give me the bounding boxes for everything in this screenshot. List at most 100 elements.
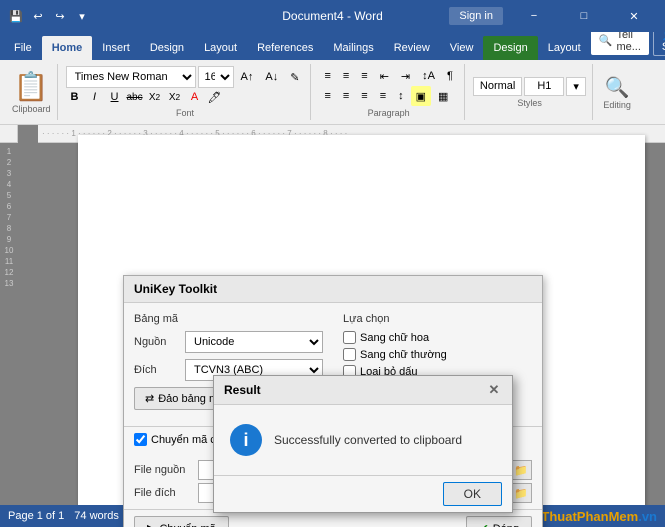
shading-button[interactable]: ▣ <box>411 86 431 106</box>
size-select[interactable]: 16 <box>198 66 234 88</box>
tab-insert[interactable]: Insert <box>92 36 140 60</box>
lua-chon-title: Lựa chọn <box>343 313 532 325</box>
decrease-indent-button[interactable]: ⇤ <box>375 66 394 86</box>
subscript-button[interactable]: X2 <box>146 88 164 106</box>
bold-button[interactable]: B <box>66 88 84 106</box>
tab-design[interactable]: Design <box>140 36 194 60</box>
checkbox-hoa-input[interactable] <box>343 331 356 344</box>
chuyen-icon: ▶ <box>147 522 155 527</box>
align-right-button[interactable]: ≡ <box>356 86 372 106</box>
underline-button[interactable]: U <box>106 88 124 106</box>
highlight-button[interactable]: 🖊 <box>206 88 224 106</box>
checkbox-thuong-input[interactable] <box>343 348 356 361</box>
tab-review[interactable]: Review <box>384 36 440 60</box>
signin-button[interactable]: Sign in <box>449 7 503 25</box>
search-icon: 🔍 <box>599 34 613 47</box>
ribbon-tabs: File Home Insert Design Layout Reference… <box>0 32 665 60</box>
strikethrough-button[interactable]: abc <box>126 88 144 106</box>
swap-icon: ⇄ <box>145 392 154 405</box>
dong-button[interactable]: ✔ Đóng <box>466 516 532 527</box>
info-icon: i <box>230 424 262 456</box>
tab-layout[interactable]: Layout <box>194 36 247 60</box>
heading1-style[interactable]: H1 <box>524 77 564 96</box>
redo-icon[interactable]: ↪ <box>52 8 68 24</box>
titlebar-title: Document4 - Word <box>282 9 382 23</box>
tab-layout2[interactable]: Layout <box>538 36 591 60</box>
content-area: · · · · · · 1 · · · · · · 2 · · · · · · … <box>18 125 665 527</box>
borders-button[interactable]: ▦ <box>433 86 453 106</box>
word-count: 74 words <box>74 510 119 522</box>
editing-label: Editing <box>603 100 631 110</box>
result-message: Successfully converted to clipboard <box>274 433 496 447</box>
file-nguon-browse-button[interactable]: 📁 <box>510 460 532 480</box>
multilevel-button[interactable]: ≡ <box>356 66 372 86</box>
font-select[interactable]: Times New Roman <box>66 66 196 88</box>
clipboard-label: Clipboard <box>12 104 51 114</box>
file-dich-browse-button[interactable]: 📁 <box>510 483 532 503</box>
chuyen-ma-label: Chuyển mã <box>159 523 215 527</box>
styles-section: Normal H1 ▾ Styles <box>467 64 593 120</box>
decrease-font-button[interactable]: A↓ <box>260 67 283 87</box>
superscript-button[interactable]: X2 <box>166 88 184 106</box>
italic-button[interactable]: I <box>86 88 104 106</box>
main-content: 12345 678910 111213 · · · · · · 1 · · · … <box>0 125 665 527</box>
dich-label: Đích <box>134 364 179 376</box>
file-nguon-label: File nguồn <box>134 464 194 476</box>
sort-button[interactable]: ↕A <box>417 66 440 86</box>
styles-more-button[interactable]: ▾ <box>566 77 586 96</box>
unikey-title: UniKey Toolkit <box>134 282 217 296</box>
tab-view[interactable]: View <box>440 36 484 60</box>
maximize-button[interactable]: □ <box>561 0 607 32</box>
numbering-button[interactable]: ≡ <box>338 66 354 86</box>
line-spacing-button[interactable]: ↕ <box>393 86 409 106</box>
tab-references[interactable]: References <box>247 36 323 60</box>
tab-design-green[interactable]: Design <box>483 36 537 60</box>
result-body: i Successfully converted to clipboard <box>214 405 512 475</box>
result-header: Result ✕ <box>214 376 512 405</box>
tab-home[interactable]: Home <box>42 36 93 60</box>
unikey-header: UniKey Toolkit <box>124 276 542 303</box>
clipboard-section: 📋 Clipboard <box>6 64 58 120</box>
chuyen-ma-button[interactable]: ▶ Chuyển mã <box>134 516 229 527</box>
nguon-select[interactable]: Unicode <box>185 331 323 353</box>
chuyen-ma-clip-checkbox[interactable] <box>134 433 147 446</box>
bullets-button[interactable]: ≡ <box>319 66 335 86</box>
increase-font-button[interactable]: A↑ <box>236 67 259 87</box>
checkbox-thuong-label: Sang chữ thường <box>360 349 447 361</box>
normal-style[interactable]: Normal <box>473 77 522 96</box>
align-left-button[interactable]: ≡ <box>319 86 335 106</box>
app-wrapper: 💾 ↩ ↪ ▾ Document4 - Word Sign in − □ ✕ F… <box>0 0 665 527</box>
justify-button[interactable]: ≡ <box>375 86 391 106</box>
tab-file[interactable]: File <box>4 36 42 60</box>
para-row1: ≡ ≡ ≡ ⇤ ⇥ ↕A ¶ <box>319 66 457 86</box>
minimize-button[interactable]: − <box>511 0 557 32</box>
increase-indent-button[interactable]: ⇥ <box>396 66 415 86</box>
page-info: Page 1 of 1 <box>8 510 64 522</box>
font-section: Times New Roman 16 A↑ A↓ ✎ B I U abc X2 … <box>60 64 312 120</box>
checkbox-thuong: Sang chữ thường <box>343 348 532 361</box>
result-dialog: Result ✕ i Successfully converted to cli… <box>213 375 513 513</box>
editing-section: 🔍 Editing <box>595 75 639 110</box>
para-row2: ≡ ≡ ≡ ≡ ↕ ▣ ▦ <box>319 86 453 106</box>
close-button[interactable]: ✕ <box>611 0 657 32</box>
result-footer: OK <box>214 475 512 512</box>
styles-section-label: Styles <box>517 98 542 108</box>
customize-icon[interactable]: ▾ <box>74 8 90 24</box>
file-dich-label: File đích <box>134 487 194 499</box>
check-icon: ✔ <box>479 522 488 527</box>
watermark-suffix: .vn <box>638 509 657 524</box>
ok-button[interactable]: OK <box>443 482 502 506</box>
find-button[interactable]: 🔍 <box>605 75 630 100</box>
save-icon[interactable]: 💾 <box>8 8 24 24</box>
tab-mailings[interactable]: Mailings <box>323 36 383 60</box>
nguon-row: Nguồn Unicode <box>134 331 323 353</box>
align-center-button[interactable]: ≡ <box>338 86 354 106</box>
font-color-button[interactable]: A <box>186 88 204 106</box>
result-close-button[interactable]: ✕ <box>486 382 502 398</box>
paragraph-section-label: Paragraph <box>368 108 410 118</box>
paste-button[interactable]: 📋 <box>14 70 49 103</box>
show-hide-button[interactable]: ¶ <box>442 66 458 86</box>
undo-icon[interactable]: ↩ <box>30 8 46 24</box>
font-row1: Times New Roman 16 A↑ A↓ ✎ <box>66 66 305 88</box>
clear-format-button[interactable]: ✎ <box>285 67 304 87</box>
